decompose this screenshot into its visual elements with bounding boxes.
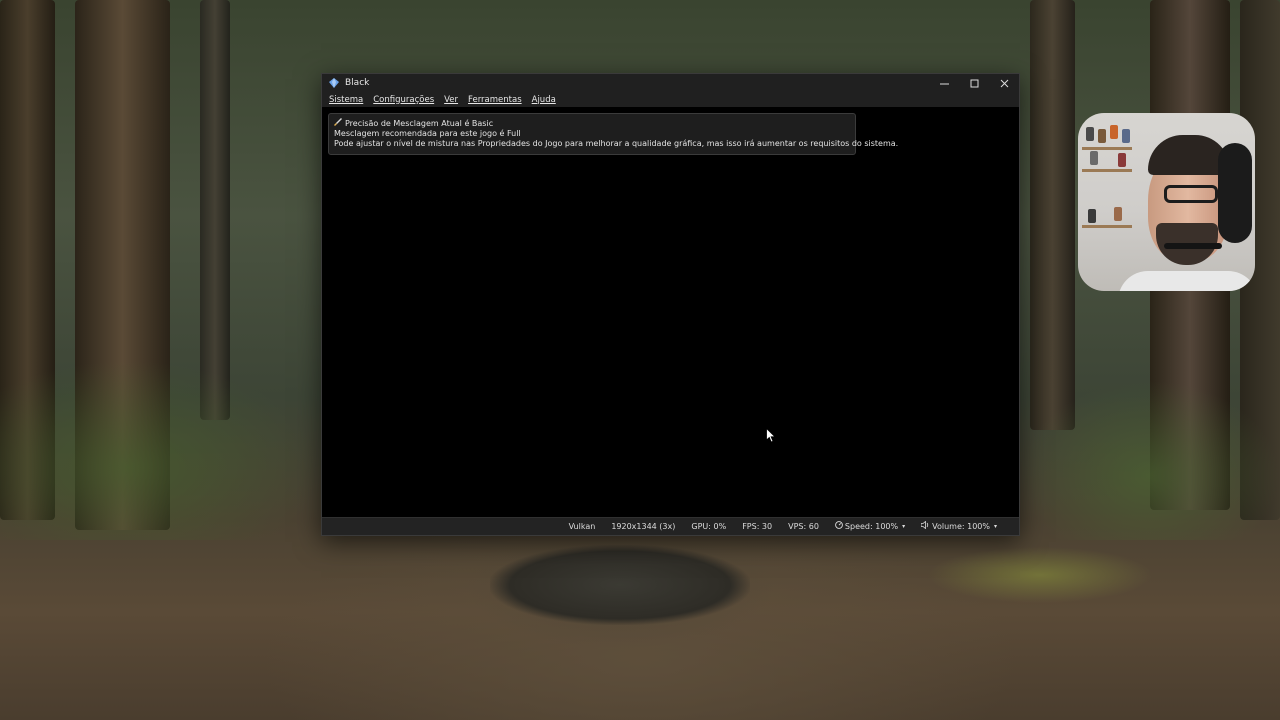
figurine	[1114, 207, 1122, 221]
sneaker-figure	[490, 545, 750, 625]
notification-line-2: Mesclagem recomendada para este jogo é F…	[334, 129, 521, 138]
menu-bar: Sistema Configurações Ver Ferramentas Aj…	[322, 92, 1019, 107]
menu-ferramentas[interactable]: Ferramentas	[463, 95, 527, 105]
webcam-overlay	[1078, 113, 1255, 291]
figurine	[1090, 151, 1098, 165]
close-button[interactable]	[989, 74, 1019, 92]
maximize-button[interactable]	[959, 74, 989, 92]
close-icon	[1000, 79, 1008, 87]
menu-ajuda[interactable]: Ajuda	[527, 95, 561, 105]
figurine	[1088, 209, 1096, 223]
menu-ver[interactable]: Ver	[439, 95, 463, 105]
figurine	[1118, 153, 1126, 167]
title-bar[interactable]: Black	[322, 74, 1019, 92]
speed-label: Speed: 100%	[844, 522, 899, 531]
brush-icon	[334, 118, 342, 129]
speaker-icon	[920, 520, 930, 532]
shelf	[1082, 147, 1132, 150]
person-shirt	[1118, 271, 1255, 291]
window-controls	[929, 74, 1019, 92]
figurine	[1110, 125, 1118, 139]
renderer-status[interactable]: Vulkan	[561, 522, 604, 531]
chevron-down-icon: ▾	[902, 523, 906, 530]
mouse-cursor-icon	[766, 428, 776, 443]
shelf	[1082, 225, 1132, 228]
vps-status: VPS: 60	[788, 522, 819, 531]
headset-microphone	[1164, 243, 1222, 249]
fern-foliage	[1020, 380, 1280, 540]
headset	[1218, 143, 1252, 243]
shelf	[1082, 169, 1132, 172]
chevron-down-icon: ▾	[993, 523, 997, 530]
volume-label: Volume: 100%	[932, 522, 990, 531]
gpu-status: GPU: 0%	[691, 522, 727, 531]
window-title: Black	[345, 78, 370, 88]
figurine	[1086, 127, 1094, 141]
fps-status: FPS: 30	[742, 522, 773, 531]
notification-line-1: Precisão de Mesclagem Atual é Basic	[334, 118, 850, 129]
figurine	[1122, 129, 1130, 143]
notification-title: Precisão de Mesclagem Atual é Basic	[345, 118, 494, 128]
blend-accuracy-notification: Precisão de Mesclagem Atual é Basic Mesc…	[328, 113, 899, 155]
emulator-window: Black Sistema Configurações Ver Ferramen…	[321, 73, 1020, 536]
resolution-status: 1920x1344 (3x)	[611, 522, 676, 531]
figurine	[1098, 129, 1106, 143]
diamond-app-icon	[329, 78, 339, 88]
game-render-area[interactable]: Precisão de Mesclagem Atual é Basic Mesc…	[322, 107, 1019, 518]
notification-line-3: Pode ajustar o nível de mistura nas Prop…	[334, 139, 899, 148]
minimize-icon	[939, 83, 949, 84]
maximize-icon	[970, 79, 978, 87]
menu-configuracoes[interactable]: Configurações	[368, 95, 439, 105]
glasses	[1164, 185, 1218, 203]
menu-sistema[interactable]: Sistema	[324, 95, 368, 105]
speed-control[interactable]: Speed: 100% ▾	[827, 521, 913, 532]
fern-foliage	[0, 360, 320, 540]
minimize-button[interactable]	[929, 74, 959, 92]
volume-control[interactable]: Volume: 100% ▾	[913, 520, 1005, 532]
tree-trunk	[200, 0, 230, 420]
tree-trunk	[1030, 0, 1075, 430]
speedometer-icon	[835, 521, 843, 532]
status-bar: Vulkan 1920x1344 (3x) GPU: 0% FPS: 30 VP…	[322, 517, 1019, 535]
